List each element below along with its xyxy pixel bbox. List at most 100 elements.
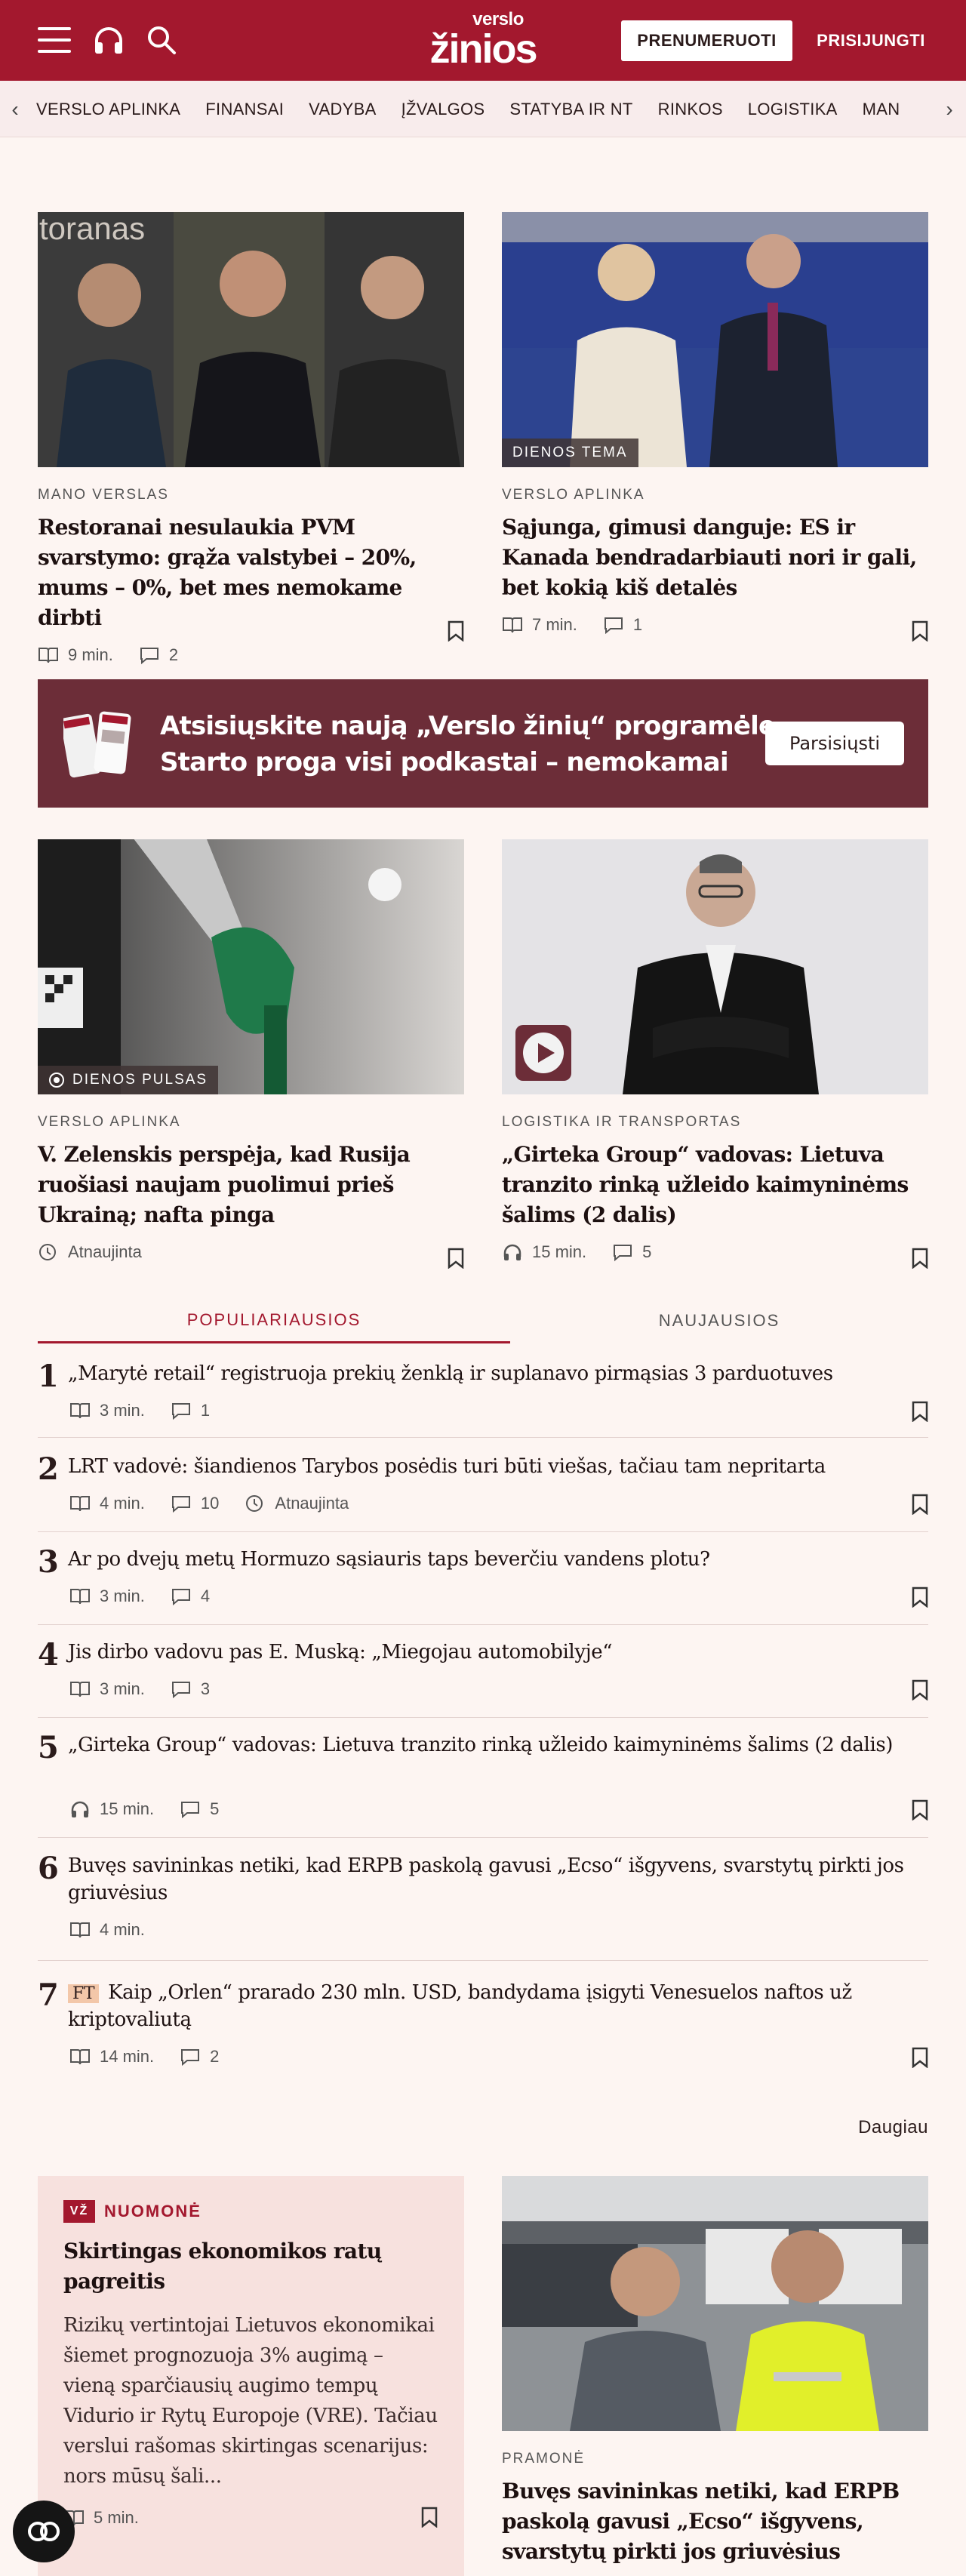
comment-count[interactable]: 5 (210, 1799, 219, 1819)
article-photo (38, 839, 464, 1094)
comment-count[interactable]: 2 (169, 645, 178, 665)
article-photo: toranas (38, 212, 464, 467)
article-category[interactable]: MANO VERSLAS (38, 487, 464, 503)
article-image[interactable]: toranas (38, 212, 464, 467)
list-item[interactable]: 3 Ar po dvejų metų Hormuzo sąsiauris tap… (38, 1544, 928, 1625)
article-image[interactable] (502, 2176, 928, 2431)
nav-item[interactable]: LOGISTIKA (748, 100, 838, 119)
nav-right-arrow-icon[interactable]: › (939, 97, 960, 122)
download-button[interactable]: Parsisiųsti (765, 722, 904, 765)
list-item[interactable]: 5 „Girteka Group“ vadovas: Lietuva tranz… (38, 1730, 928, 1838)
cookie-settings-button[interactable] (13, 2501, 75, 2562)
subscribe-button[interactable]: PRENUMERUOTI (621, 20, 792, 61)
opinion-title[interactable]: Skirtingas ekonomikos ratų pagreitis (63, 2236, 438, 2297)
nav-item[interactable]: RINKOS (658, 100, 723, 119)
comment-count[interactable]: 4 (201, 1587, 210, 1606)
read-time-icon (70, 1922, 90, 1938)
nav-item[interactable]: FINANSAI (205, 100, 284, 119)
bookmark-icon[interactable] (912, 1494, 928, 1515)
article-title[interactable]: Sąjunga, gimusi danguje: ES ir Kanada be… (502, 512, 928, 603)
headphones-icon[interactable] (92, 24, 125, 56)
comment-count[interactable]: 5 (642, 1242, 651, 1262)
listen-time: 15 min. (100, 1799, 155, 1818)
bookmark-icon[interactable] (912, 1679, 928, 1700)
nav-item[interactable]: ĮŽVALGOS (401, 100, 485, 119)
cookie-icon (28, 2522, 60, 2541)
article-title[interactable]: „Girteka Group“ vadovas: Lietuva tranzit… (502, 1140, 928, 1230)
article-card[interactable]: DIENOS TEMA VERSLO APLINKA Sąjunga, gimu… (502, 212, 928, 642)
article-card[interactable]: LOGISTIKA IR TRANSPORTAS „Girteka Group“… (502, 839, 928, 1269)
article-image[interactable]: DIENOS TEMA (502, 212, 928, 467)
bookmark-icon[interactable] (912, 620, 928, 642)
comment-icon (171, 1682, 190, 1698)
play-video-icon[interactable] (515, 1025, 571, 1081)
article-card[interactable]: DIENOS PULSAS VERSLO APLINKA V. Zelenski… (38, 839, 464, 1269)
nav-left-arrow-icon[interactable]: ‹ (5, 97, 26, 122)
read-time-icon (70, 1589, 90, 1605)
article-image[interactable] (502, 839, 928, 1094)
nav-item[interactable]: VERSLO APLINKA (36, 100, 180, 119)
bookmark-icon[interactable] (912, 2047, 928, 2068)
nav-item[interactable]: STATYBA IR NT (509, 100, 632, 119)
read-time: 14 min. (100, 2047, 155, 2066)
list-item-title[interactable]: LRT vadovė: šiandienos Tarybos posėdis t… (68, 1453, 906, 1480)
list-item[interactable]: 7 FT Kaip „Orlen“ prarado 230 mln. USD, b… (38, 1977, 928, 2085)
nav-item[interactable]: MAN (863, 100, 900, 119)
popular-latest-tabs: POPULIARIAUSIOS NAUJAUSIOS (38, 1298, 928, 1343)
list-item-title[interactable]: Buvęs savininkas netiki, kad ERPB paskol… (68, 1852, 906, 1907)
article-category[interactable]: VERSLO APLINKA (38, 1114, 464, 1131)
comment-count[interactable]: 1 (201, 1401, 210, 1420)
list-item-meta: 14 min. 2 (69, 2045, 219, 2068)
article-card[interactable]: PRAMONĖ Buvęs savininkas netiki, kad ERP… (502, 2176, 928, 2567)
search-icon[interactable] (146, 24, 177, 56)
bookmark-icon[interactable] (421, 2507, 438, 2528)
list-item-title[interactable]: „Marytė retail“ registruoja prekių ženkl… (68, 1360, 906, 1387)
comment-count[interactable]: 1 (633, 615, 642, 635)
opinion-header: VŽ NUOMONĖ (63, 2200, 438, 2223)
article-category[interactable]: VERSLO APLINKA (502, 487, 928, 503)
list-item[interactable]: 1 „Marytė retail“ registruoja prekių žen… (38, 1359, 928, 1438)
login-button[interactable]: PRISIJUNGTI (811, 20, 931, 61)
list-item[interactable]: 4 Jis dirbo vadovu pas E. Muską: „Miegoj… (38, 1637, 928, 1718)
read-time: 3 min. (100, 1679, 145, 1698)
comment-icon (604, 617, 623, 634)
article-category[interactable]: PRAMONĖ (502, 2451, 928, 2467)
article-title[interactable]: Restoranai nesulaukia PVM svarstymo: grą… (38, 512, 464, 633)
listen-time: 15 min. (532, 1242, 587, 1261)
bookmark-icon[interactable] (912, 1587, 928, 1608)
app-promo-text: Atsisiųskite naują „Verslo žinių“ progra… (160, 708, 785, 780)
article-title[interactable]: V. Zelenskis perspėja, kad Rusija ruošia… (38, 1140, 464, 1230)
comment-icon (171, 1496, 190, 1513)
article-title[interactable]: Buvęs savininkas netiki, kad ERPB paskol… (502, 2476, 928, 2567)
read-time-icon (503, 617, 522, 633)
nav-item[interactable]: VADYBA (309, 100, 376, 119)
list-item-title[interactable]: Ar po dvejų metų Hormuzo sąsiauris taps … (68, 1546, 906, 1573)
article-card[interactable]: toranas MANO VERSLAS Restoranai nesulauk… (38, 212, 464, 666)
list-item[interactable]: 2 LRT vadovė: šiandienos Tarybos posėdis… (38, 1451, 928, 1532)
list-item-title[interactable]: FT Kaip „Orlen“ prarado 230 mln. USD, ban… (68, 1979, 906, 2033)
article-image[interactable]: DIENOS PULSAS (38, 839, 464, 1094)
bookmark-icon[interactable] (448, 620, 464, 642)
list-item-title[interactable]: „Girteka Group“ vadovas: Lietuva tranzit… (68, 1731, 906, 1759)
site-logo[interactable]: verslo žinios (414, 11, 552, 71)
comment-count[interactable]: 3 (201, 1679, 210, 1699)
bookmark-icon[interactable] (912, 1401, 928, 1422)
read-time: 9 min. (68, 645, 113, 664)
more-link[interactable]: Daugiau (830, 2117, 928, 2138)
tab-popular[interactable]: POPULIARIAUSIOS (38, 1298, 510, 1343)
app-promo-banner[interactable]: Atsisiųskite naują „Verslo žinių“ progra… (38, 679, 928, 808)
list-item-title[interactable]: Jis dirbo vadovu pas E. Muską: „Miegojau… (68, 1639, 906, 1666)
logo-bottom-text: žinios (429, 26, 537, 72)
opinion-card[interactable]: VŽ NUOMONĖ Skirtingas ekonomikos ratų pa… (38, 2176, 464, 2576)
list-item[interactable]: 6 Buvęs savininkas netiki, kad ERPB pask… (38, 1851, 928, 1961)
app-promo-line2: Starto proga visi podkastai – nemokamai (160, 747, 729, 777)
bookmark-icon[interactable] (912, 1799, 928, 1820)
comment-count[interactable]: 10 (201, 1494, 219, 1513)
bookmark-icon[interactable] (448, 1248, 464, 1269)
bookmark-icon[interactable] (912, 1248, 928, 1269)
tab-latest[interactable]: NAUJAUSIOS (510, 1298, 928, 1343)
opinion-excerpt: Rizikų vertintojai Lietuvos ekonomikai š… (63, 2314, 438, 2488)
menu-icon[interactable] (38, 27, 71, 53)
article-category[interactable]: LOGISTIKA IR TRANSPORTAS (502, 1114, 928, 1131)
comment-count[interactable]: 2 (210, 2047, 219, 2067)
